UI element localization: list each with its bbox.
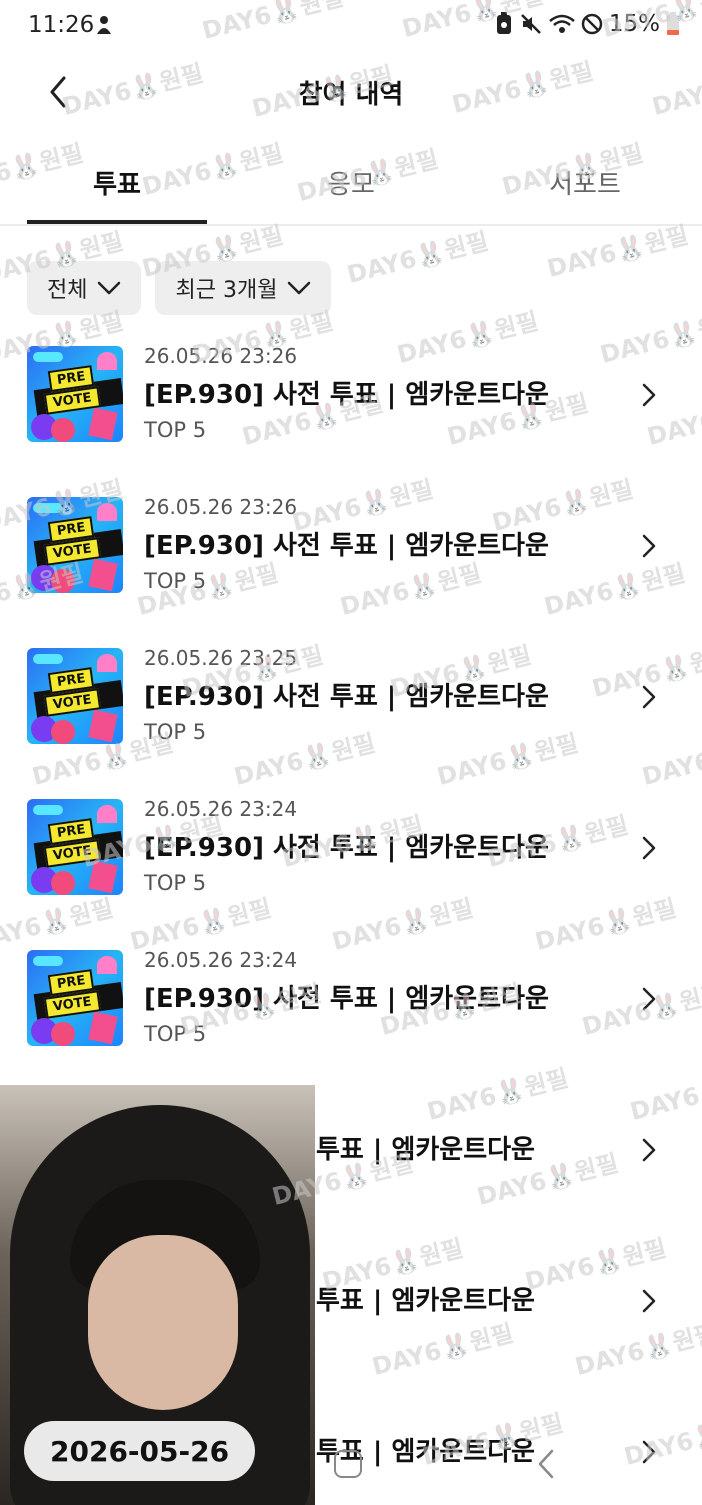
home-nav-button[interactable] bbox=[334, 1450, 362, 1478]
notification-icon bbox=[97, 16, 111, 34]
item-title: [EP.930] 사전 투표 | 엠카운트다운 bbox=[144, 380, 549, 410]
chevron-right-icon bbox=[642, 1138, 656, 1162]
list-item[interactable]: PRE VOTE 26.05.26 23:25 [EP.930] 사전 투표 | … bbox=[0, 632, 702, 782]
item-date: 26.05.26 23:24 bbox=[144, 797, 298, 821]
filter-bar: 전체 최근 3개월 bbox=[27, 261, 332, 315]
chevron-down-icon bbox=[288, 281, 311, 295]
item-title: [EP.930] 사전 투표 | 엠카운트다운 bbox=[144, 531, 549, 561]
status-icons: 15% bbox=[495, 11, 680, 37]
chevron-right-icon bbox=[642, 383, 656, 407]
item-subtitle: TOP 5 bbox=[144, 1022, 207, 1046]
page-title: 참여 내역 bbox=[298, 80, 404, 110]
battery-saver-icon bbox=[496, 12, 511, 34]
item-date: 26.05.26 23:26 bbox=[144, 495, 298, 519]
chevron-right-icon bbox=[642, 987, 656, 1011]
pre-vote-thumbnail: PRE VOTE bbox=[27, 497, 123, 593]
battery-percent: 15% bbox=[608, 11, 660, 37]
item-title: [EP.930] 사전 투표 | 엠카운트다운 bbox=[144, 984, 549, 1014]
item-title: [EP.930] 사전 투표 | 엠카운트다운 bbox=[144, 682, 549, 712]
item-subtitle: TOP 5 bbox=[144, 418, 207, 442]
item-date: 26.05.26 23:24 bbox=[144, 948, 298, 972]
chevron-right-icon bbox=[642, 534, 656, 558]
scope-filter-label: 전체 bbox=[47, 278, 88, 303]
chevron-right-icon bbox=[642, 1440, 656, 1464]
item-title: 투표 | 엠카운트다운 bbox=[316, 1286, 535, 1316]
back-nav-icon[interactable] bbox=[536, 1448, 556, 1480]
item-date: 26.05.26 23:25 bbox=[144, 646, 298, 670]
item-date: 26.05.26 23:26 bbox=[144, 344, 298, 368]
list-item[interactable]: PRE VOTE 26.05.26 23:26 [EP.930] 사전 투표 | … bbox=[0, 330, 702, 480]
item-subtitle: TOP 5 bbox=[144, 871, 207, 895]
item-subtitle: TOP 5 bbox=[144, 569, 207, 593]
status-bar: 11:26 15% bbox=[0, 0, 702, 52]
do-not-disturb-icon bbox=[581, 13, 603, 35]
pre-vote-thumbnail: PRE VOTE bbox=[27, 950, 123, 1046]
mute-icon bbox=[520, 14, 541, 34]
item-title: [EP.930] 사전 투표 | 엠카운트다운 bbox=[144, 833, 549, 863]
photo-date-label: 2026-05-26 bbox=[24, 1421, 256, 1481]
tab-apply[interactable]: 응모 bbox=[261, 164, 441, 201]
item-title: 투표 | 엠카운트다운 bbox=[316, 1135, 535, 1165]
tab-vote[interactable]: 투표 bbox=[27, 164, 207, 201]
tab-bar: 투표 응모 서포트 bbox=[0, 150, 702, 226]
wifi-icon bbox=[549, 14, 575, 33]
period-filter-dropdown[interactable]: 최근 3개월 bbox=[155, 261, 332, 315]
pre-vote-thumbnail: PRE VOTE bbox=[27, 648, 123, 744]
pre-vote-thumbnail: PRE VOTE bbox=[27, 346, 123, 442]
battery-icon bbox=[667, 12, 679, 35]
list-item[interactable]: PRE VOTE 26.05.26 23:24 [EP.930] 사전 투표 | … bbox=[0, 783, 702, 933]
chevron-right-icon bbox=[642, 836, 656, 860]
pre-vote-thumbnail: PRE VOTE bbox=[27, 799, 123, 895]
item-subtitle: TOP 5 bbox=[144, 720, 207, 744]
status-time: 11:26 bbox=[28, 12, 95, 38]
list-item[interactable]: PRE VOTE 26.05.26 23:26 [EP.930] 사전 투표 | … bbox=[0, 481, 702, 631]
list-item[interactable]: PRE VOTE 26.05.26 23:24 [EP.930] 사전 투표 | … bbox=[0, 934, 702, 1084]
chevron-right-icon bbox=[642, 1289, 656, 1313]
overlay-photo: 2026-05-26 bbox=[0, 1085, 315, 1505]
app-header: 참여 내역 bbox=[0, 56, 702, 128]
chevron-right-icon bbox=[642, 685, 656, 709]
tab-support[interactable]: 서포트 bbox=[495, 164, 675, 201]
watermark-text: DAY6🐰원필 bbox=[344, 226, 492, 289]
scope-filter-dropdown[interactable]: 전체 bbox=[27, 261, 142, 315]
active-tab-indicator bbox=[27, 220, 207, 224]
period-filter-label: 최근 3개월 bbox=[175, 278, 278, 303]
chevron-down-icon bbox=[98, 281, 121, 295]
